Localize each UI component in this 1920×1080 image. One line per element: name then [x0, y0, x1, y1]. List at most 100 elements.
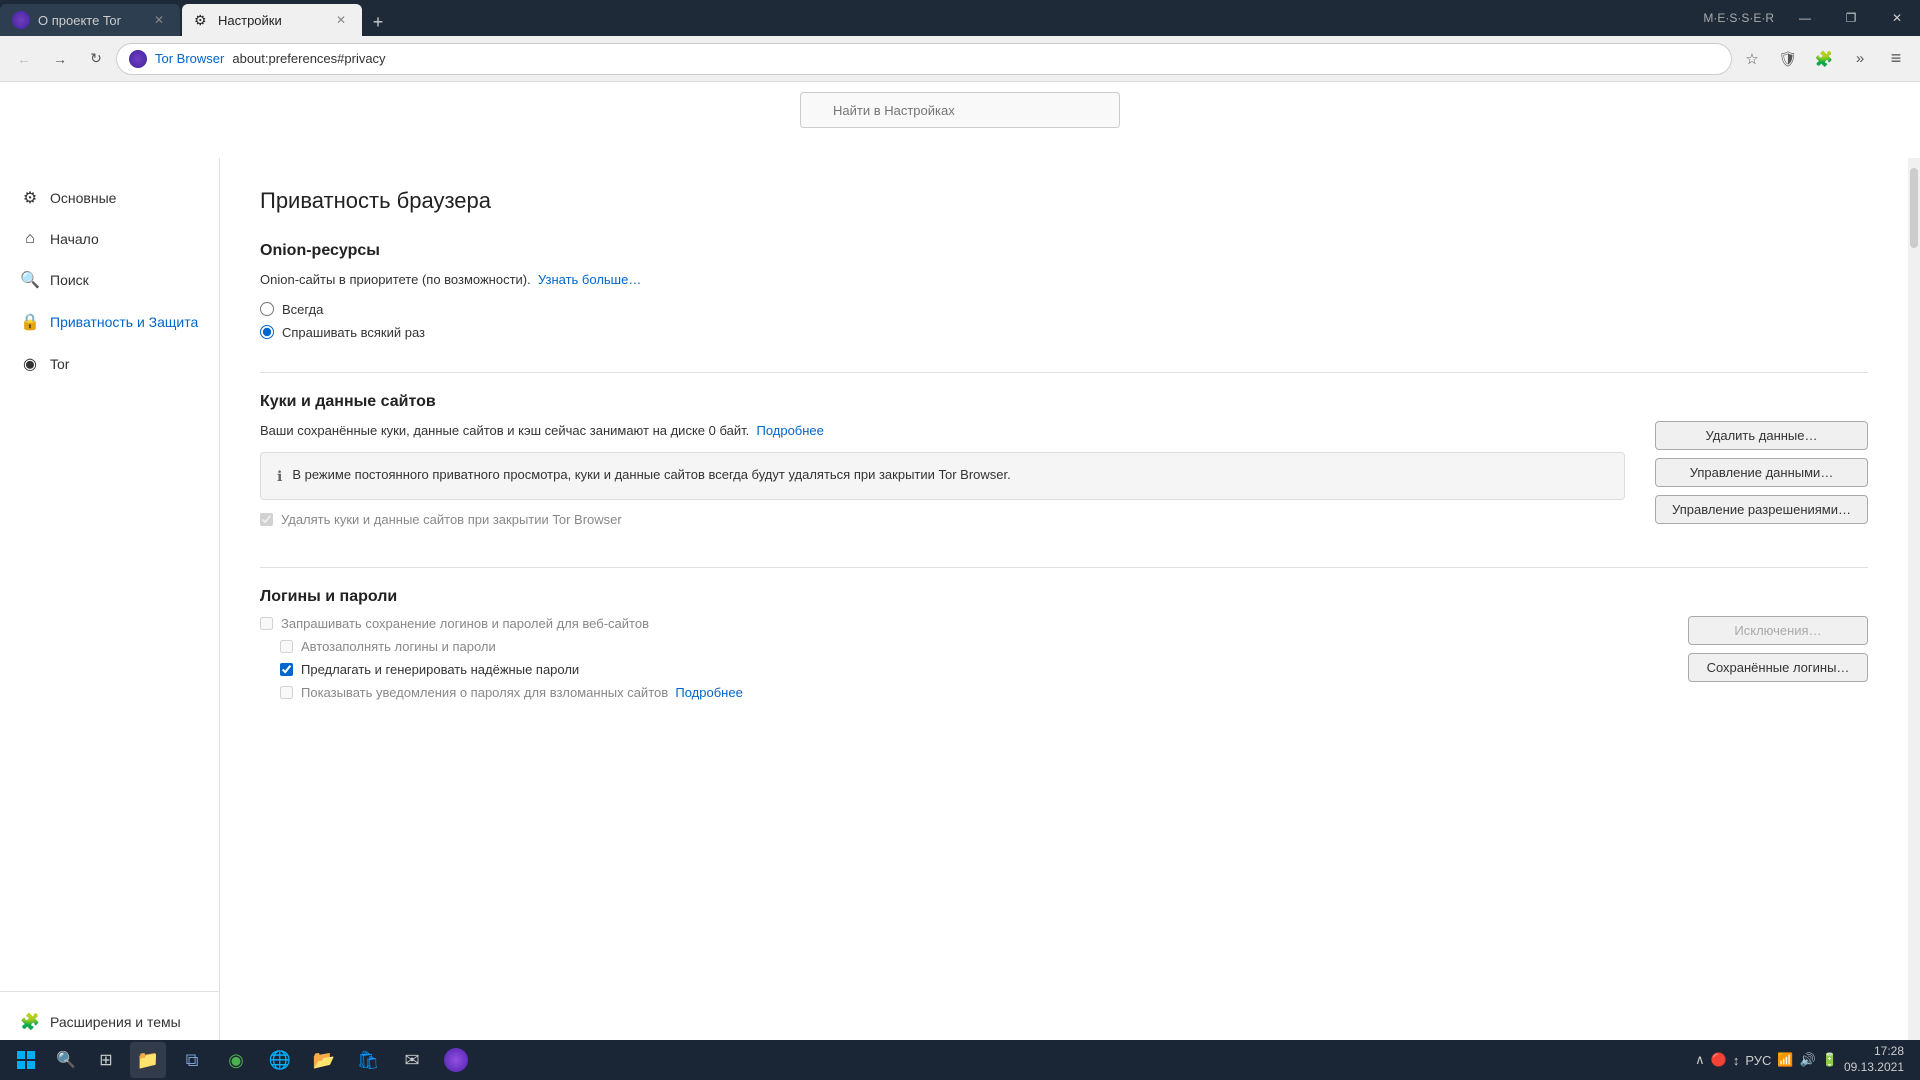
green-app-icon: ◉	[228, 1050, 244, 1071]
logins-suggest-checkbox[interactable]	[280, 663, 293, 676]
logins-notify-option[interactable]: Показывать уведомления о паролях для взл…	[280, 685, 1658, 700]
battery-icon[interactable]: 🔋	[1822, 1052, 1838, 1068]
mail-icon: ✉	[404, 1050, 419, 1071]
page-title: Приватность браузера	[260, 188, 1868, 214]
tab-about-tor[interactable]: О проекте Tor ✕	[0, 4, 180, 36]
logins-autofill-option[interactable]: Автозаполнять логины и пароли	[280, 639, 1658, 654]
logins-autofill-checkbox[interactable]	[280, 640, 293, 653]
divider-2	[260, 567, 1868, 568]
content-area: Приватность браузера Onion-ресурсы Onion…	[220, 158, 1908, 1080]
onion-ask-radio[interactable]	[260, 325, 274, 339]
cookies-delete-checkbox-option[interactable]: Удалять куки и данные сайтов при закрыти…	[260, 512, 1625, 527]
cookies-delete-label: Удалять куки и данные сайтов при закрыти…	[281, 512, 622, 527]
logins-more-link[interactable]: Подробнее	[675, 685, 742, 700]
taskbar-tor-app-button[interactable]	[438, 1042, 474, 1078]
messer-label: M·E·S·S·E·R	[1695, 11, 1782, 25]
onion-always-option[interactable]: Всегда	[260, 302, 1868, 317]
taskbar-green-app-button[interactable]: ◉	[218, 1042, 254, 1078]
tor-browser-label: Tor Browser	[155, 51, 224, 66]
tab-about-tor-close[interactable]: ✕	[150, 11, 168, 29]
taskbar-files-button[interactable]: 📁	[130, 1042, 166, 1078]
close-button[interactable]: ✕	[1874, 0, 1920, 36]
logins-ask-checkbox-option[interactable]: Запрашивать сохранение логинов и паролей…	[260, 616, 1658, 631]
manage-data-button[interactable]: Управление данными…	[1655, 458, 1868, 487]
logins-suggest-option[interactable]: Предлагать и генерировать надёжные парол…	[280, 662, 1658, 677]
logins-notify-label: Показывать уведомления о паролях для взл…	[301, 685, 743, 700]
tab-settings-close[interactable]: ✕	[332, 11, 350, 29]
exceptions-button[interactable]: Исключения…	[1688, 616, 1868, 645]
cookies-delete-checkbox[interactable]	[260, 513, 273, 526]
logins-right: Исключения… Сохранённые логины…	[1688, 616, 1868, 682]
manage-perms-button[interactable]: Управление разрешениями…	[1655, 495, 1868, 524]
onion-always-radio[interactable]	[260, 302, 274, 316]
taskbar-mail-button[interactable]: ✉	[394, 1042, 430, 1078]
wifi-icon[interactable]: 📶	[1777, 1052, 1793, 1068]
sidebar-divider	[0, 991, 219, 992]
taskbar-folder-button[interactable]: 📂	[306, 1042, 342, 1078]
cookies-right: Удалить данные… Управление данными… Упра…	[1655, 421, 1868, 524]
back-button[interactable]: ←	[8, 43, 40, 75]
address-bar[interactable]: Tor Browser about:preferences#privacy	[116, 43, 1732, 75]
more-button[interactable]: »	[1844, 43, 1876, 75]
store-icon: 🛍	[357, 1050, 380, 1071]
sidebar-item-tor[interactable]: ◉ Tor	[0, 344, 219, 384]
shield-button[interactable]: 🛡	[1772, 43, 1804, 75]
minimize-button[interactable]: —	[1782, 0, 1828, 36]
sidebar-item-extensions[interactable]: 🧩 Расширения и темы	[0, 1002, 219, 1042]
extensions-button[interactable]: 🧩	[1808, 43, 1840, 75]
tray-icon-2[interactable]: ↕	[1733, 1053, 1740, 1068]
onion-section: Onion-ресурсы Onion-сайты в приоритете (…	[260, 242, 1868, 340]
address-text: about:preferences#privacy	[232, 51, 1719, 66]
lang-label[interactable]: РУС	[1745, 1053, 1771, 1068]
cookies-section-title: Куки и данные сайтов	[260, 393, 1868, 411]
new-tab-button[interactable]: +	[364, 8, 392, 36]
menu-button[interactable]: ≡	[1880, 43, 1912, 75]
taskbar-widgets-button[interactable]: ⊞	[88, 1042, 124, 1078]
sidebar-item-nachalo-label: Начало	[50, 231, 99, 247]
settings-search-input[interactable]	[800, 92, 1120, 128]
cookies-section: Куки и данные сайтов Ваши сохранённые ку…	[260, 393, 1868, 536]
taskbar-edge-button[interactable]: 🌐	[262, 1042, 298, 1078]
tray-time[interactable]: 17:28 09.13.2021	[1844, 1044, 1904, 1075]
sidebar-item-osnovy[interactable]: ⚙ Основные	[0, 178, 219, 218]
maximize-button[interactable]: ❐	[1828, 0, 1874, 36]
forward-button[interactable]: →	[44, 43, 76, 75]
tray-icon-1[interactable]: 🔴	[1711, 1052, 1727, 1068]
tor-logo-icon	[129, 50, 147, 68]
logins-ask-checkbox[interactable]	[260, 617, 273, 630]
tray-expand-icon[interactable]: ∧	[1695, 1052, 1705, 1068]
taskbar-multiwindow-button[interactable]: ⧉	[174, 1042, 210, 1078]
clock-date: 09.13.2021	[1844, 1060, 1904, 1076]
cookies-layout: Ваши сохранённые куки, данные сайтов и к…	[260, 421, 1868, 536]
saved-logins-button[interactable]: Сохранённые логины…	[1688, 653, 1868, 682]
tor-tab-icon	[12, 11, 30, 29]
logins-section-title: Логины и пароли	[260, 588, 1868, 606]
tab-settings-label: Настройки	[218, 13, 282, 28]
titlebar: О проекте Tor ✕ ⚙ Настройки ✕ + M·E·S·S·…	[0, 0, 1920, 36]
sidebar-item-privacy[interactable]: 🔒 Приватность и Защита	[0, 302, 219, 342]
onion-section-title: Onion-ресурсы	[260, 242, 1868, 260]
sidebar-item-tor-label: Tor	[50, 356, 69, 372]
info-icon: ℹ	[277, 466, 282, 487]
refresh-button[interactable]: ↻	[80, 43, 112, 75]
sidebar-item-extensions-label: Расширения и темы	[50, 1014, 181, 1030]
sidebar-item-nachalo[interactable]: ⌂ Начало	[0, 220, 219, 258]
cookies-more-link[interactable]: Подробнее	[756, 423, 823, 438]
taskbar-store-button[interactable]: 🛍	[350, 1042, 386, 1078]
sidebar-item-poisk[interactable]: 🔍 Поиск	[0, 260, 219, 300]
onion-learn-more-link[interactable]: Узнать больше…	[538, 272, 641, 287]
cookies-info-box: ℹ В режиме постоянного приватного просмо…	[260, 452, 1625, 500]
start-button[interactable]	[8, 1042, 44, 1078]
scrollbar-track[interactable]	[1908, 158, 1920, 1080]
search-wrap	[800, 92, 1120, 128]
volume-icon[interactable]: 🔊	[1800, 1052, 1816, 1068]
tab-settings[interactable]: ⚙ Настройки ✕	[182, 4, 362, 36]
bookmark-button[interactable]: ☆	[1736, 43, 1768, 75]
delete-data-button[interactable]: Удалить данные…	[1655, 421, 1868, 450]
taskbar-search-button[interactable]: 🔍	[48, 1042, 84, 1078]
logins-notify-checkbox[interactable]	[280, 686, 293, 699]
windows-logo-icon	[16, 1050, 36, 1070]
scrollbar-thumb[interactable]	[1910, 168, 1918, 248]
onion-ask-option[interactable]: Спрашивать всякий раз	[260, 325, 1868, 340]
cookies-desc-text: Ваши сохранённые куки, данные сайтов и к…	[260, 423, 749, 438]
